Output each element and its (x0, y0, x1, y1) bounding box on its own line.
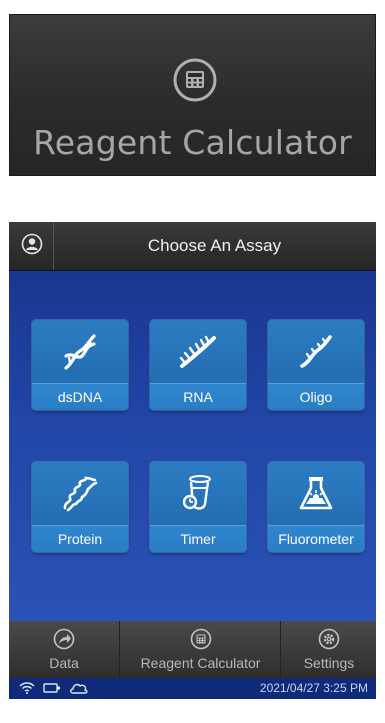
assay-label: Fluorometer (268, 525, 364, 552)
usb-icon (43, 683, 60, 693)
wifi-icon (19, 682, 35, 694)
user-icon (21, 233, 43, 255)
assay-tile-rna[interactable]: RNA (150, 320, 246, 410)
nav-label: Data (49, 655, 79, 671)
page-title: Choose An Assay (147, 236, 282, 255)
rna-strand-icon (179, 335, 216, 368)
assay-label: Protein (32, 525, 128, 552)
assay-tile-dsdna[interactable]: dsDNA (32, 320, 128, 410)
cloud-icon (70, 683, 88, 694)
callout-label: Reagent Calculator (33, 123, 352, 162)
user-button[interactable] (9, 222, 54, 270)
export-arrow-icon (53, 628, 75, 650)
assay-label: Oligo (268, 383, 364, 410)
bottom-navbar: Data Reagent Calculator Settings (9, 621, 376, 678)
nav-reagent-calculator-button[interactable]: Reagent Calculator (119, 621, 281, 678)
reagent-calculator-callout: Reagent Calculator (9, 14, 376, 176)
protein-coil-icon (63, 476, 98, 512)
assay-tile-fluorometer[interactable]: Fluorometer (268, 462, 364, 552)
nav-label: Settings (303, 655, 355, 671)
nav-label: Reagent Calculator (140, 655, 261, 671)
status-datetime: 2021/04/27 3:25 PM (259, 681, 368, 695)
assay-tile-oligo[interactable]: Oligo (268, 320, 364, 410)
assay-label: dsDNA (32, 383, 128, 410)
assay-tile-timer[interactable]: Timer (150, 462, 246, 552)
header-bar: Choose An Assay (9, 222, 376, 271)
assay-label: Timer (150, 525, 246, 552)
calculator-icon (190, 628, 212, 650)
dsdna-helix-icon (64, 334, 96, 370)
gear-icon (318, 628, 340, 650)
timer-tube-icon (182, 475, 211, 510)
assay-label: RNA (150, 383, 246, 410)
status-bar: 2021/04/27 3:25 PM (9, 678, 376, 699)
calculator-icon (173, 58, 217, 102)
device-screen: Choose An Assay dsDNA RNA Oligo Protein … (9, 222, 376, 699)
nav-settings-button[interactable]: Settings (280, 621, 376, 678)
nav-data-button[interactable]: Data (9, 621, 119, 678)
oligo-strand-icon (300, 335, 332, 368)
fluorometer-flask-icon (299, 477, 333, 510)
assay-grid: dsDNA RNA Oligo Protein Timer Fluoromete… (9, 271, 376, 621)
assay-tile-protein[interactable]: Protein (32, 462, 128, 552)
